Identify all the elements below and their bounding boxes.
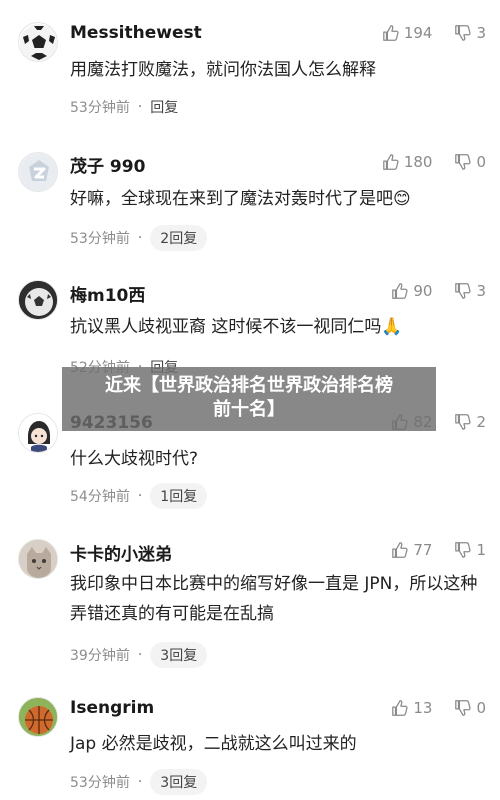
username[interactable]: Isengrim	[70, 698, 154, 718]
comment-text: Jap 必然是歧视，二战就这么叫过来的	[70, 734, 357, 754]
username[interactable]: 梅m10西	[70, 281, 145, 306]
comment-item: Isengrim 13 0 Jap 必然是歧视，二战就这么叫过来的 53分钟前 …	[0, 687, 500, 800]
dislike-button[interactable]: 0	[454, 699, 486, 717]
thumbs-up-icon	[392, 542, 408, 558]
thumbs-up-icon	[392, 700, 408, 716]
reply-button[interactable]: 1回复	[150, 483, 208, 509]
like-button[interactable]: 77	[391, 541, 432, 559]
thumbs-down-icon	[455, 700, 472, 716]
comment-text: 我印象中日本比赛中的缩写好像一直是 JPN，所以这种弄错还真的有可能是在乱搞	[70, 574, 478, 624]
like-count: 77	[413, 541, 433, 559]
separator-dot: ·	[137, 488, 143, 504]
dislike-count: 3	[476, 282, 486, 300]
timestamp: 53分钟前	[70, 775, 130, 791]
username[interactable]: Messithewest	[70, 23, 202, 43]
thumbs-up-icon	[382, 154, 399, 170]
comment-actions: 194 3	[382, 24, 486, 42]
thumbs-down-icon	[455, 283, 472, 299]
separator-dot: ·	[137, 230, 143, 246]
soccer-ball-dark-icon	[19, 281, 57, 319]
separator-dot: ·	[137, 647, 143, 663]
reply-button[interactable]: 2回复	[150, 225, 208, 251]
overlay-line-2: 前十名】	[213, 399, 285, 420]
overlay-line-1: 近来【世界政治排名世界政治排名榜	[105, 375, 393, 396]
dislike-count: 1	[476, 541, 486, 559]
username[interactable]: 茂子 990	[70, 152, 145, 177]
avatar[interactable]	[18, 539, 58, 579]
reply-button[interactable]: 回复	[150, 97, 178, 117]
comment-actions: 180 0	[382, 153, 486, 171]
comment-actions: 13 0	[391, 699, 486, 717]
comment-actions: 90 3	[391, 282, 486, 300]
avatar[interactable]	[18, 413, 58, 453]
thumbs-down-icon	[455, 154, 472, 170]
thumbs-up-icon	[382, 25, 399, 41]
title-overlay-banner: 近来【世界政治排名世界政治排名榜 前十名】	[62, 367, 436, 431]
avatar[interactable]	[18, 22, 58, 62]
avatar[interactable]	[18, 152, 58, 192]
comment-text: 好嘛，全球现在来到了魔法对轰时代了是吧😊	[70, 189, 411, 209]
thumbs-down-icon	[455, 25, 472, 41]
thumbs-up-icon	[392, 283, 408, 299]
comment-meta: 54分钟前 · 1回复	[70, 483, 208, 509]
timestamp: 39分钟前	[70, 648, 130, 664]
reply-button[interactable]: 3回复	[150, 769, 208, 795]
dislike-button[interactable]: 1	[454, 541, 486, 559]
like-count: 90	[413, 282, 433, 300]
avatar[interactable]	[18, 280, 58, 320]
separator-dot: ·	[137, 774, 143, 790]
comment-text: 用魔法打败魔法，就问你法国人怎么解释	[70, 60, 376, 80]
dislike-button[interactable]: 2	[454, 413, 486, 431]
dislike-count: 0	[476, 699, 486, 717]
timestamp: 54分钟前	[70, 489, 130, 505]
dislike-button[interactable]: 0	[454, 153, 486, 171]
timestamp: 53分钟前	[70, 100, 130, 116]
reply-button[interactable]: 3回复	[150, 642, 208, 668]
dislike-count: 3	[476, 24, 486, 42]
comment-item: Messithewest 194 3 用魔法打败魔法，就问你法国人怎么解释 53…	[0, 0, 500, 140]
comment-text: 什么大歧视时代?	[70, 449, 199, 469]
basketball-icon	[19, 698, 57, 736]
comment-item: 卡卡的小迷弟 77 1 我印象中日本比赛中的缩写好像一直是 JPN，所以这种弄错…	[0, 525, 500, 687]
username[interactable]: 卡卡的小迷弟	[70, 540, 172, 565]
comment-meta: 39分钟前 · 3回复	[70, 642, 208, 668]
cartoon-girl-icon	[19, 414, 57, 452]
dislike-count: 2	[476, 413, 486, 431]
comment-item: 茂子 990 180 0 好嘛，全球现在来到了魔法对轰时代了是吧😊 53分钟前 …	[0, 140, 500, 268]
like-button[interactable]: 180	[382, 153, 433, 171]
dislike-button[interactable]: 3	[454, 282, 486, 300]
dislike-count: 0	[476, 153, 486, 171]
comment-text: 抗议黑人歧视亚裔 这时候不该一视同仁吗🙏	[70, 317, 403, 337]
like-button[interactable]: 13	[391, 699, 432, 717]
comment-meta: 53分钟前 · 2回复	[70, 225, 208, 251]
dislike-button[interactable]: 3	[454, 24, 486, 42]
timestamp: 53分钟前	[70, 231, 130, 247]
comment-meta: 53分钟前 · 回复	[70, 97, 178, 117]
comment-meta: 53分钟前 · 3回复	[70, 769, 208, 795]
like-count: 194	[403, 24, 433, 42]
like-button[interactable]: 194	[382, 24, 433, 42]
separator-dot: ·	[137, 99, 143, 115]
thumbs-down-icon	[455, 414, 472, 430]
like-count: 180	[403, 153, 433, 171]
soccer-ball-icon	[20, 24, 57, 61]
cat-avatar-icon	[19, 540, 57, 578]
thumbs-down-icon	[455, 542, 472, 558]
like-button[interactable]: 90	[391, 282, 432, 300]
avatar[interactable]	[18, 697, 58, 737]
comment-actions: 77 1	[391, 541, 486, 559]
badge-avatar-icon	[20, 154, 57, 191]
like-count: 13	[413, 699, 433, 717]
